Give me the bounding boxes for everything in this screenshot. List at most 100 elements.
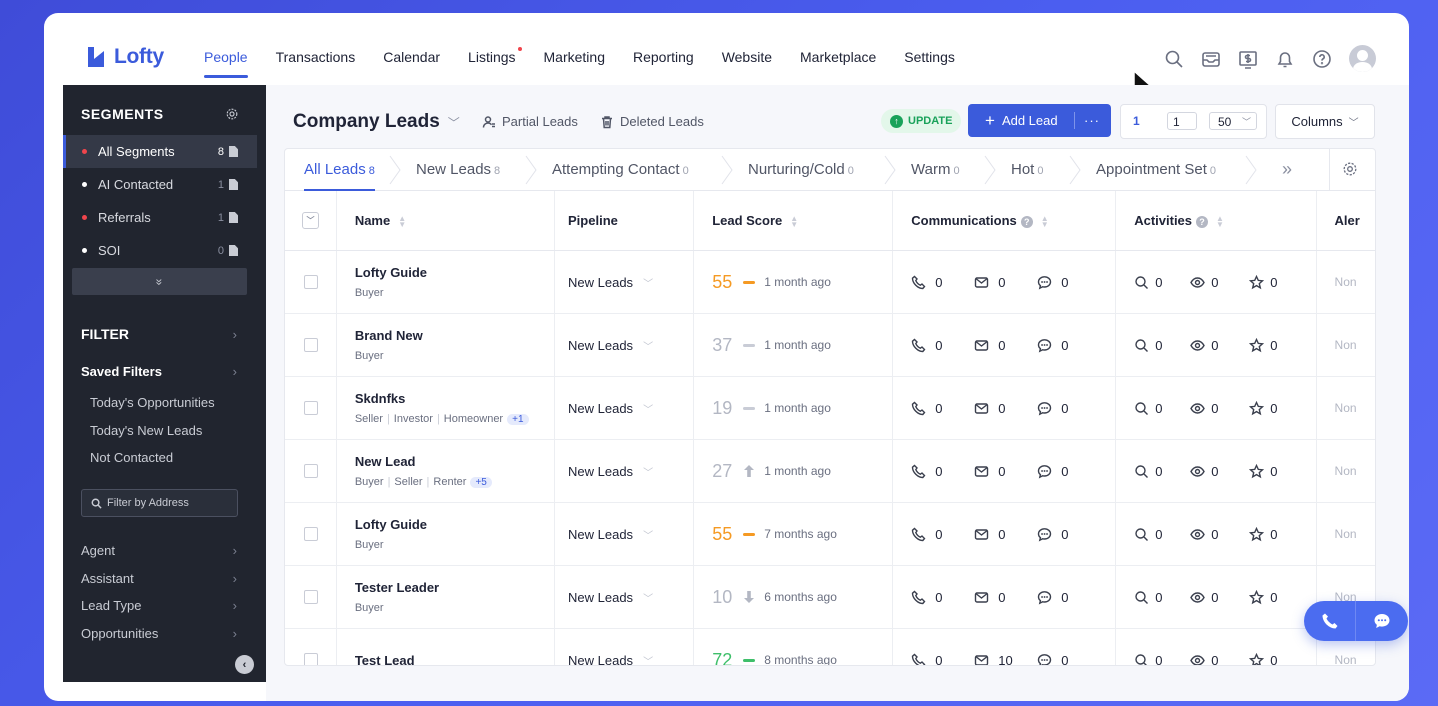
columns-button[interactable]: Columns ﹀ bbox=[1275, 104, 1375, 139]
update-badge[interactable]: ↑ UPDATE bbox=[881, 109, 962, 133]
more-tags-badge[interactable]: +1 bbox=[507, 414, 529, 425]
chat-icon[interactable] bbox=[1373, 612, 1391, 630]
views-count[interactable]: 0 bbox=[1190, 590, 1249, 605]
row-checkbox[interactable] bbox=[304, 527, 318, 541]
sort-icon[interactable]: ▲ ▼ bbox=[398, 214, 406, 228]
nav-website[interactable]: Website bbox=[722, 49, 772, 65]
table-row[interactable]: Test Lead New Leads ﹀ 72 8 months ago 0 10 0 0 0 0… bbox=[285, 628, 1375, 666]
favorites-count[interactable]: 0 bbox=[1249, 589, 1277, 605]
table-row[interactable]: Skdnfks Seller | Investor | Homeowner +1 New Le… bbox=[285, 376, 1375, 440]
views-count[interactable]: 0 bbox=[1190, 464, 1249, 479]
favorites-count[interactable]: 0 bbox=[1249, 463, 1277, 479]
views-count[interactable]: 0 bbox=[1190, 275, 1249, 290]
deleted-leads-link[interactable]: Deleted Leads bbox=[600, 114, 704, 129]
more-tags-badge[interactable]: +5 bbox=[470, 477, 492, 488]
texts-count[interactable]: 0 bbox=[1037, 275, 1100, 290]
sort-icon[interactable]: ▲ ▼ bbox=[1216, 214, 1224, 228]
texts-count[interactable]: 0 bbox=[1037, 590, 1100, 605]
emails-count[interactable]: 0 bbox=[974, 401, 1037, 416]
filter-group-assistant[interactable]: Assistant bbox=[81, 571, 134, 586]
calls-count[interactable]: 0 bbox=[911, 653, 974, 665]
segment-soi[interactable]: SOI 0 bbox=[63, 234, 257, 267]
tab-new-leads[interactable]: New Leads 8 bbox=[416, 161, 500, 178]
filter-chevron-icon[interactable]: › bbox=[233, 327, 237, 342]
chevron-right-icon[interactable]: › bbox=[233, 571, 237, 586]
searches-count[interactable]: 0 bbox=[1134, 338, 1190, 353]
tab-attempting-contact[interactable]: Attempting Contact 0 bbox=[552, 161, 689, 178]
calls-count[interactable]: 0 bbox=[911, 275, 974, 290]
segment-referrals[interactable]: Referrals 1 bbox=[63, 201, 257, 234]
views-count[interactable]: 0 bbox=[1190, 338, 1249, 353]
communications-header[interactable]: Communications? ▲ ▼ bbox=[892, 191, 1117, 251]
sort-icon[interactable]: ▲ ▼ bbox=[1041, 214, 1049, 228]
row-checkbox[interactable] bbox=[304, 590, 318, 604]
tabs-scroll-right-icon[interactable]: » bbox=[1269, 158, 1315, 182]
filter-by-address-input[interactable]: Filter by Address bbox=[81, 489, 238, 517]
favorites-count[interactable]: 0 bbox=[1249, 526, 1277, 542]
page-number-input[interactable]: 1 bbox=[1167, 112, 1197, 130]
pipeline-cell[interactable]: New Leads ﹀ bbox=[554, 565, 695, 629]
views-count[interactable]: 0 bbox=[1190, 401, 1249, 416]
collapse-sidebar-icon[interactable]: ‹ bbox=[235, 655, 254, 674]
nav-calendar[interactable]: Calendar bbox=[383, 49, 440, 65]
table-row[interactable]: Brand New Buyer New Leads ﹀ 37 1 month ago 0 0 0… bbox=[285, 313, 1375, 377]
calls-count[interactable]: 0 bbox=[911, 338, 974, 353]
searches-count[interactable]: 0 bbox=[1134, 590, 1190, 605]
segment-ai-contacted[interactable]: AI Contacted 1 bbox=[63, 168, 257, 201]
chevron-right-icon[interactable]: › bbox=[233, 543, 237, 558]
lead-name-link[interactable]: Skdnfks bbox=[337, 391, 554, 406]
calls-count[interactable]: 0 bbox=[911, 464, 974, 479]
table-row[interactable]: Lofty Guide Buyer New Leads ﹀ 55 1 month ago 0… bbox=[285, 250, 1375, 314]
lead-name-link[interactable]: Brand New bbox=[337, 328, 554, 343]
tab-appointment-set[interactable]: Appointment Set 0 bbox=[1096, 161, 1216, 178]
nav-marketplace[interactable]: Marketplace bbox=[800, 49, 876, 65]
emails-count[interactable]: 0 bbox=[974, 275, 1037, 290]
nav-settings[interactable]: Settings bbox=[904, 49, 955, 65]
pipeline-select[interactable]: New Leads ﹀ bbox=[555, 527, 693, 542]
tab-warm[interactable]: Warm 0 bbox=[911, 161, 960, 178]
nav-people[interactable]: People bbox=[204, 49, 248, 78]
sort-icon[interactable]: ▲ ▼ bbox=[790, 214, 798, 228]
row-checkbox[interactable] bbox=[304, 464, 318, 478]
add-lead-button[interactable]: + Add Lead ··· bbox=[968, 104, 1111, 137]
row-checkbox[interactable] bbox=[304, 275, 318, 289]
name-header[interactable]: Name ▲ ▼ bbox=[336, 191, 556, 251]
table-row[interactable]: Lofty Guide Buyer New Leads ﹀ 55 7 months ago… bbox=[285, 502, 1375, 566]
filter-group-agent[interactable]: Agent bbox=[81, 543, 115, 558]
billing-icon[interactable] bbox=[1238, 49, 1258, 69]
filter-group-lead-type[interactable]: Lead Type bbox=[81, 598, 141, 613]
nav-transactions[interactable]: Transactions bbox=[276, 49, 356, 65]
emails-count[interactable]: 0 bbox=[974, 590, 1037, 605]
searches-count[interactable]: 0 bbox=[1134, 401, 1190, 416]
select-all-checkbox[interactable]: ﹀ bbox=[302, 212, 319, 229]
emails-count[interactable]: 0 bbox=[974, 527, 1037, 542]
saved-filters-chevron-icon[interactable]: › bbox=[233, 364, 237, 379]
filter-group-opportunities[interactable]: Opportunities bbox=[81, 626, 158, 641]
saved-filter-today-s-opportunities[interactable]: Today's Opportunities bbox=[90, 395, 215, 410]
texts-count[interactable]: 0 bbox=[1037, 401, 1100, 416]
tab-settings-gear-icon[interactable] bbox=[1342, 161, 1358, 177]
searches-count[interactable]: 0 bbox=[1134, 464, 1190, 479]
partial-leads-link[interactable]: Partial Leads bbox=[482, 114, 578, 129]
views-count[interactable]: 0 bbox=[1190, 653, 1249, 665]
row-checkbox[interactable] bbox=[304, 338, 318, 352]
pipeline-cell[interactable]: New Leads ﹀ bbox=[554, 439, 695, 503]
texts-count[interactable]: 0 bbox=[1037, 527, 1100, 542]
lead-name-link[interactable]: New Lead bbox=[337, 454, 554, 469]
searches-count[interactable]: 0 bbox=[1134, 653, 1190, 665]
segment-all-segments[interactable]: All Segments 8 bbox=[63, 135, 257, 168]
calls-count[interactable]: 0 bbox=[911, 590, 974, 605]
searches-count[interactable]: 0 bbox=[1134, 527, 1190, 542]
expand-segments-button[interactable]: » bbox=[72, 268, 247, 295]
help-icon[interactable] bbox=[1312, 49, 1332, 69]
pipeline-select[interactable]: New Leads ﹀ bbox=[555, 653, 693, 666]
lead-name-link[interactable]: Lofty Guide bbox=[337, 517, 554, 532]
favorites-count[interactable]: 0 bbox=[1249, 400, 1277, 416]
segments-settings-gear-icon[interactable] bbox=[225, 107, 239, 121]
pipeline-select[interactable]: New Leads ﹀ bbox=[555, 338, 693, 353]
chevron-right-icon[interactable]: › bbox=[233, 598, 237, 613]
tab-nurturing-cold[interactable]: Nurturing/Cold 0 bbox=[748, 161, 854, 178]
pipeline-select[interactable]: New Leads ﹀ bbox=[555, 590, 693, 605]
pipeline-select[interactable]: New Leads ﹀ bbox=[555, 464, 693, 479]
phone-icon[interactable] bbox=[1321, 612, 1339, 630]
